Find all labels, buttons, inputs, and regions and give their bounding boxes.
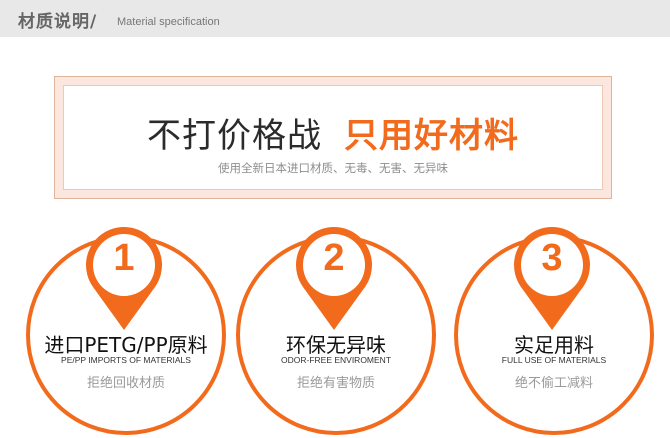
- section-title: 材质说明/: [18, 12, 98, 32]
- feature-card-2: 2 环保无异味 ODOR-FREE ENVIROMENT 拒绝有害物质: [228, 227, 438, 437]
- feature-description: 拒绝回收材质: [86, 376, 165, 391]
- slogan-banner-inner: 不打价格战 只用好材料 使用全新日本进口材质、无毒、无害、无异味: [63, 85, 603, 190]
- feature-description: 绝不偷工减料: [514, 376, 593, 391]
- feature-card-3: 3 实足用料 FULL USE OF MATERIALS 绝不偷工减料: [446, 227, 656, 437]
- feature-card-1: 1 进口PETG/PP原料 PE/PP IMPORTS OF MATERIALS…: [18, 227, 228, 437]
- feature-number: 3: [541, 237, 563, 279]
- feature-english-caption: FULL USE OF MATERIALS: [501, 355, 607, 365]
- feature-title: 进口PETG/PP原料: [44, 333, 208, 357]
- feature-english-caption: ODOR-FREE ENVIROMENT: [280, 355, 392, 365]
- feature-english-caption: PE/PP IMPORTS OF MATERIALS: [61, 355, 191, 365]
- section-subtitle: Material specification: [117, 16, 220, 28]
- slogan-black-text: 不打价格战: [147, 116, 322, 156]
- feature-title: 环保无异味: [286, 333, 386, 357]
- slogan-subtext: 使用全新日本进口材质、无毒、无害、无异味: [218, 161, 448, 175]
- feature-title: 实足用料: [514, 333, 594, 357]
- slogan-banner: 不打价格战 只用好材料 使用全新日本进口材质、无毒、无害、无异味: [54, 76, 612, 199]
- slogan-headline: 不打价格战 只用好材料: [64, 108, 602, 157]
- feature-number: 2: [323, 237, 345, 279]
- feature-description: 拒绝有害物质: [296, 376, 375, 391]
- feature-number: 1: [113, 237, 135, 279]
- slogan-orange-text: 只用好材料: [344, 116, 519, 156]
- section-header: 材质说明/ Material specification: [0, 0, 670, 37]
